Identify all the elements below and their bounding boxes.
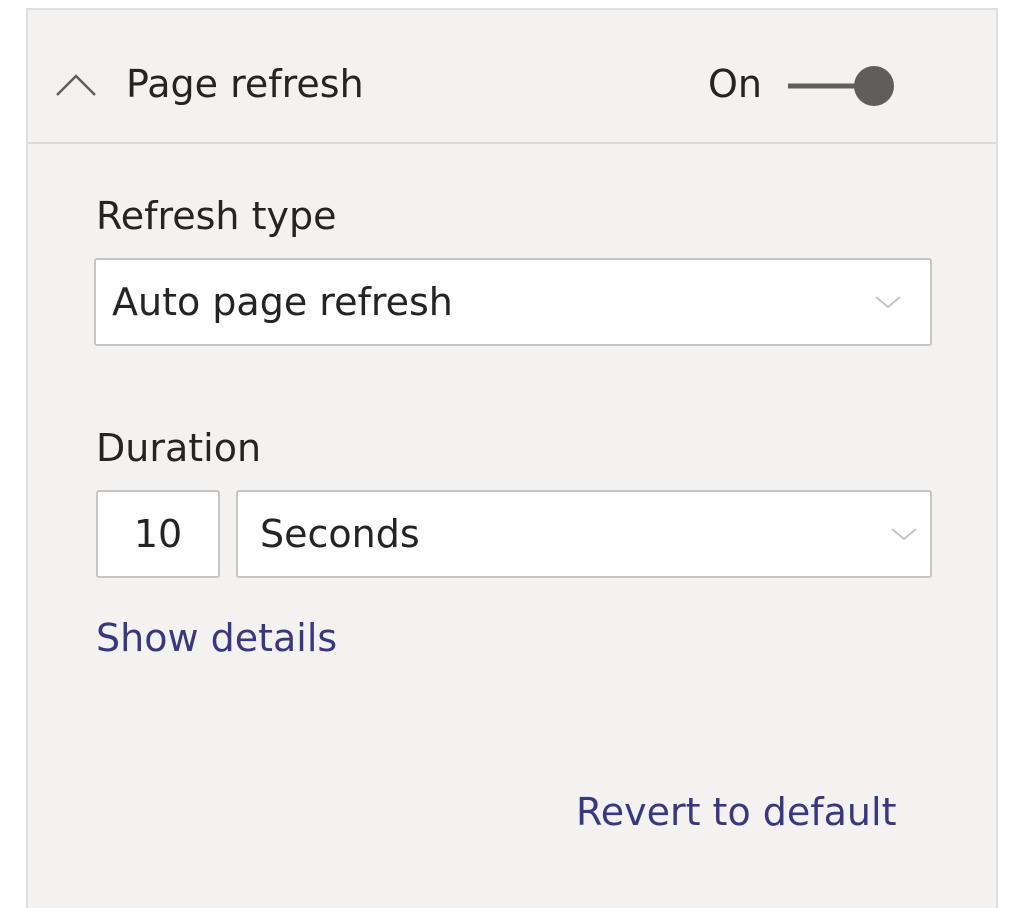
duration-value-input[interactable]: 10 <box>96 490 220 578</box>
chevron-down-icon <box>891 528 917 541</box>
toggle-label: On <box>708 62 762 106</box>
duration-label: Duration <box>96 426 262 470</box>
refresh-type-label: Refresh type <box>96 194 337 238</box>
page-refresh-panel: Page refresh On Refresh type Auto page r… <box>26 8 998 908</box>
duration-unit-dropdown[interactable]: Seconds <box>236 490 932 578</box>
revert-to-default-link[interactable]: Revert to default <box>576 788 896 836</box>
section-header[interactable]: Page refresh On <box>28 10 996 144</box>
chevron-down-icon <box>875 296 901 309</box>
duration-unit-value: Seconds <box>260 512 420 556</box>
show-details-link[interactable]: Show details <box>96 614 337 662</box>
section-title: Page refresh <box>126 62 364 106</box>
refresh-type-dropdown[interactable]: Auto page refresh <box>94 258 932 346</box>
chevron-up-icon[interactable] <box>54 68 98 98</box>
page-refresh-toggle[interactable] <box>782 64 896 108</box>
refresh-type-value: Auto page refresh <box>112 280 453 324</box>
